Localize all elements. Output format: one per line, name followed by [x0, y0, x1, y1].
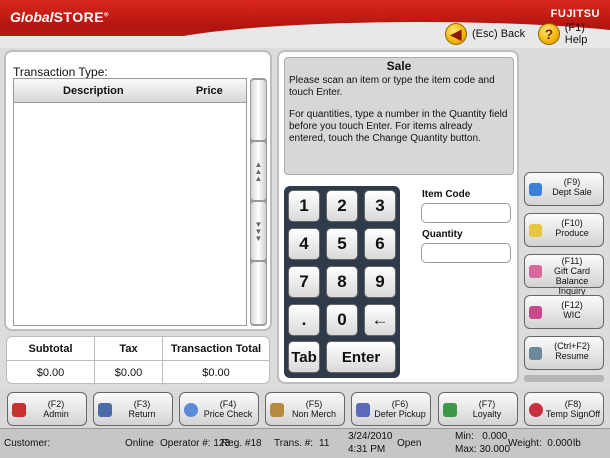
- key-1[interactable]: 1: [288, 190, 320, 222]
- backspace-key[interactable]: ←: [364, 304, 396, 336]
- back-arrow-icon: ◀: [445, 23, 467, 45]
- non-merch-button[interactable]: (F5) Non Merch: [265, 392, 345, 426]
- loyalty-button[interactable]: (F7) Loyalty: [438, 392, 518, 426]
- temp-signoff-icon: [529, 403, 543, 417]
- key-6[interactable]: 6: [364, 228, 396, 260]
- weight-unit: lb: [573, 438, 581, 449]
- numeric-keypad: 1 2 3 4 5 6 7 8 9 . 0 ← Tab Enter: [284, 186, 400, 378]
- status-date: 3/24/2010: [348, 431, 393, 442]
- globalstore-logo: GlobalSTORE®: [10, 9, 109, 25]
- weight-value: Weight: 0.000: [508, 438, 573, 449]
- admin-icon: [12, 403, 26, 417]
- grid-scrollbar: ▲ ▲ ▲ ▼ ▼ ▼: [250, 78, 267, 326]
- item-code-label: Item Code: [422, 189, 471, 200]
- resume-icon: [529, 347, 542, 360]
- quantity-input[interactable]: [421, 243, 511, 263]
- scroll-up-top-button[interactable]: [251, 80, 266, 140]
- status-time: 4:31 PM: [348, 444, 386, 455]
- page-up-icon: ▲ ▲ ▲: [254, 159, 263, 183]
- operator-number: Operator #: 123: [160, 438, 231, 449]
- right-panel-divider: [524, 375, 604, 382]
- key-8[interactable]: 8: [326, 266, 358, 298]
- tax-label: Tax: [95, 337, 163, 360]
- return-icon: [98, 403, 112, 417]
- key-3[interactable]: 3: [364, 190, 396, 222]
- back-button[interactable]: ◀ (Esc) Back: [445, 22, 525, 46]
- transaction-grid[interactable]: Description Price: [13, 78, 247, 326]
- key-2[interactable]: 2: [326, 190, 358, 222]
- sale-instruction-2: For quantities, type a number in the Qua…: [289, 109, 508, 144]
- register-state: Open: [397, 438, 422, 449]
- backspace-icon: ←: [371, 310, 389, 329]
- subtotal-label: Subtotal: [7, 337, 95, 360]
- gift-card-icon: [529, 265, 542, 278]
- tab-key[interactable]: Tab: [288, 341, 320, 373]
- quantity-label: Quantity: [422, 229, 463, 240]
- register-number: Reg. #18: [221, 438, 262, 449]
- transaction-number: 11: [319, 438, 330, 449]
- return-button[interactable]: (F3) Return: [93, 392, 173, 426]
- transaction-type-label: Transaction Type:: [13, 65, 108, 79]
- price-check-button[interactable]: (F4) Price Check: [179, 392, 259, 426]
- key-0[interactable]: 0: [326, 304, 358, 336]
- transaction-label: Trans. #:: [274, 438, 314, 449]
- grid-header: Description Price: [14, 79, 246, 103]
- dept-sale-icon: [529, 183, 542, 196]
- weight-max: Max: 30.000: [455, 444, 511, 455]
- dept-sale-button[interactable]: (F9) Dept Sale: [524, 172, 604, 206]
- enter-key[interactable]: Enter: [326, 341, 396, 373]
- fujitsu-logo: FUJITSU: [550, 8, 600, 20]
- subtotal-value: $0.00: [7, 361, 95, 385]
- totals-panel: Subtotal Tax Transaction Total $0.00 $0.…: [6, 336, 270, 385]
- key-4[interactable]: 4: [288, 228, 320, 260]
- column-description: Description: [63, 84, 124, 97]
- scroll-down-bottom-button[interactable]: [251, 262, 266, 324]
- help-button[interactable]: ? (F1) Help: [538, 22, 610, 46]
- customer-label: Customer:: [4, 438, 51, 449]
- page-down-button[interactable]: ▼ ▼ ▼: [251, 202, 266, 260]
- admin-button[interactable]: (F2) Admin: [7, 392, 87, 426]
- sale-instruction-1: Please scan an item or type the item cod…: [289, 75, 495, 98]
- key-7[interactable]: 7: [288, 266, 320, 298]
- key-decimal[interactable]: .: [288, 304, 320, 336]
- defer-pickup-button[interactable]: (F6) Defer Pickup: [351, 392, 431, 426]
- resume-button[interactable]: (Ctrl+F2) Resume: [524, 336, 604, 370]
- wic-icon: [529, 306, 542, 319]
- status-bar: Customer: Online Operator #: 123 Reg. #1…: [0, 428, 610, 458]
- price-check-icon: [184, 403, 198, 417]
- loyalty-icon: [443, 403, 457, 417]
- wic-button[interactable]: (F12) WIC: [524, 295, 604, 329]
- weight-min: Min: 0.000: [455, 431, 508, 442]
- online-status: Online: [125, 438, 154, 449]
- help-icon: ?: [538, 23, 560, 45]
- sale-title: Sale: [386, 59, 412, 73]
- transaction-total-label: Transaction Total: [170, 342, 262, 355]
- gift-card-button[interactable]: (F11) Gift Card Balance Inquiry: [524, 254, 604, 296]
- defer-pickup-icon: [356, 403, 370, 417]
- key-5[interactable]: 5: [326, 228, 358, 260]
- sale-instructions: Sale Please scan an item or type the ite…: [284, 57, 514, 175]
- page-up-button[interactable]: ▲ ▲ ▲: [251, 142, 266, 200]
- produce-button[interactable]: (F10) Produce: [524, 213, 604, 247]
- key-9[interactable]: 9: [364, 266, 396, 298]
- item-code-input[interactable]: [421, 203, 511, 223]
- column-price: Price: [195, 84, 223, 97]
- non-merch-icon: [270, 403, 284, 417]
- page-down-icon: ▼ ▼ ▼: [254, 219, 263, 243]
- produce-icon: [529, 224, 542, 237]
- tax-value: $0.00: [95, 361, 163, 385]
- temp-signoff-button[interactable]: (F8) Temp SignOff: [524, 392, 604, 426]
- transaction-total-value: $0.00: [202, 367, 230, 379]
